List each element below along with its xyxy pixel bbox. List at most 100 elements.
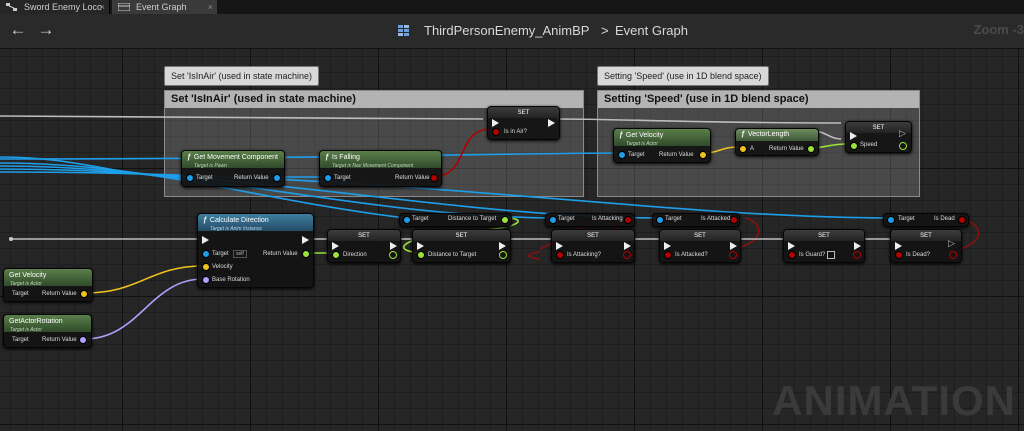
return-pin[interactable] — [958, 216, 966, 224]
bool-pin[interactable] — [556, 251, 564, 259]
exec-in-pin[interactable] — [788, 242, 795, 250]
node-subtitle: Target is Actor — [10, 327, 42, 333]
node-subtitle: Target is Nav Movement Component — [332, 163, 414, 169]
exec-in-pin[interactable] — [332, 242, 339, 250]
breadcrumb-blueprint[interactable]: ThirdPersonEnemy_AnimBP — [424, 23, 589, 38]
guard-checkbox[interactable] — [827, 251, 835, 259]
return-pin[interactable] — [273, 174, 281, 182]
float-pin[interactable] — [332, 251, 340, 259]
exec-wire-knot[interactable] — [9, 237, 13, 241]
tab-event-graph[interactable]: Event Graph × — [112, 0, 217, 14]
target-pin[interactable] — [549, 216, 557, 224]
tab-close-icon[interactable]: × — [208, 0, 213, 14]
node-title: Is Falling — [331, 154, 360, 161]
pin-label: Return Value — [769, 146, 804, 152]
pin-label: Is Dead? — [906, 252, 931, 258]
target-pin[interactable] — [887, 216, 895, 224]
velocity-pin[interactable] — [202, 263, 210, 271]
node-set-is-attacked[interactable]: SET Is Attacked? — [659, 229, 741, 263]
target-pin[interactable] — [324, 174, 332, 182]
node-header: ƒ VectorLength — [736, 129, 818, 141]
bool-out-pin[interactable] — [623, 251, 631, 259]
exec-in-pin[interactable] — [492, 119, 499, 127]
node-set-is-attacking[interactable]: SET Is Attacking? — [551, 229, 635, 263]
exec-in-pin[interactable] — [664, 242, 671, 250]
target-pin[interactable] — [403, 216, 411, 224]
pin-label: Target — [665, 216, 682, 222]
float-pin[interactable] — [417, 251, 425, 259]
node-set-speed[interactable]: SET ▷ Speed — [845, 121, 912, 153]
node-set-direction[interactable]: SET Direction — [327, 229, 401, 263]
node-get-is-attacking[interactable]: Target Is Attacking — [545, 213, 635, 227]
node-calculate-direction[interactable]: ƒ Calculate Direction Target is Anim Insta… — [197, 213, 314, 288]
exec-out-pin[interactable] — [302, 236, 309, 244]
return-pin[interactable] — [302, 250, 310, 258]
node-set-distance-to-target[interactable]: SET Distance to Target — [412, 229, 511, 263]
exec-out-pin[interactable] — [548, 119, 555, 127]
node-get-is-attacked[interactable]: Target Is Attacked — [652, 213, 740, 227]
pin-label: Return Value — [659, 152, 694, 158]
back-arrow-icon[interactable]: ← — [8, 20, 28, 40]
forward-arrow-icon[interactable]: → — [36, 20, 56, 40]
exec-out-pin[interactable] — [730, 242, 737, 250]
function-icon: ƒ — [187, 154, 191, 161]
float-out-pin[interactable] — [499, 251, 507, 259]
bool-pin[interactable] — [895, 251, 903, 259]
return-pin[interactable] — [79, 336, 87, 344]
node-set-isinair[interactable]: SET Is in Air? — [487, 106, 560, 140]
exec-in-pin[interactable] — [850, 132, 857, 140]
node-get-is-dead[interactable]: Target Is Dead — [883, 213, 969, 227]
float-out-pin[interactable] — [899, 142, 907, 150]
return-pin[interactable] — [430, 174, 438, 182]
exec-in-pin[interactable] — [556, 242, 563, 250]
node-vector-length[interactable]: ƒ VectorLength A Return Value — [735, 128, 819, 156]
exec-in-pin[interactable] — [417, 242, 424, 250]
float-out-pin[interactable] — [389, 251, 397, 259]
return-pin[interactable] — [730, 216, 738, 224]
return-pin[interactable] — [699, 151, 707, 159]
target-pin[interactable] — [618, 151, 626, 159]
event-graph-icon — [118, 3, 130, 11]
return-pin[interactable] — [501, 216, 509, 224]
rotation-pin[interactable] — [202, 276, 210, 284]
tab-sword-enemy-loco[interactable]: Sword Enemy Loco × — [0, 0, 110, 14]
target-pin[interactable] — [186, 174, 194, 182]
target-pin[interactable] — [202, 250, 210, 258]
node-get-distance-to-target[interactable]: Target Distance to Target — [399, 213, 512, 227]
bool-pin[interactable] — [664, 251, 672, 259]
input-pin[interactable] — [739, 145, 747, 153]
exec-out-pin[interactable]: ▷ — [948, 238, 955, 249]
tab-close-icon[interactable]: × — [100, 0, 105, 14]
exec-out-pin[interactable]: ▷ — [899, 128, 906, 139]
return-pin[interactable] — [624, 216, 632, 224]
graph-canvas[interactable]: Set 'IsInAir' (used in state machine) Se… — [0, 49, 1024, 431]
tab-label: Event Graph — [136, 2, 187, 12]
pin-label: Is Dead — [934, 216, 955, 222]
float-pin[interactable] — [850, 142, 858, 150]
return-pin[interactable] — [807, 145, 815, 153]
node-set-is-dead[interactable]: SET ▷ Is Dead? — [890, 229, 962, 263]
bool-out-pin[interactable] — [729, 251, 737, 259]
node-get-actor-rotation[interactable]: GetActorRotation Target is Actor Target R… — [3, 314, 92, 348]
bool-out-pin[interactable] — [853, 251, 861, 259]
function-icon: ƒ — [619, 132, 623, 139]
target-pin[interactable] — [656, 216, 664, 224]
node-get-movement-component[interactable]: ƒ Get Movement Component Target is Pawn Ta… — [181, 150, 285, 187]
bool-pin[interactable] — [492, 128, 500, 136]
pin-label: Base Rotation — [212, 277, 250, 283]
node-set-is-guard[interactable]: SET Is Guard? — [783, 229, 865, 263]
bool-pin[interactable] — [788, 251, 796, 259]
exec-in-pin[interactable] — [895, 242, 902, 250]
node-get-velocity-left[interactable]: Get Velocity Target is Actor Target Retur… — [3, 268, 93, 302]
exec-out-pin[interactable] — [499, 242, 506, 250]
node-get-velocity[interactable]: ƒ Get Velocity Target is Actor Target Retu… — [613, 128, 711, 163]
exec-in-pin[interactable] — [202, 236, 209, 244]
node-header: ƒ Get Velocity Target is Actor — [614, 129, 710, 147]
exec-out-pin[interactable] — [854, 242, 861, 250]
exec-out-pin[interactable] — [624, 242, 631, 250]
bool-out-pin[interactable] — [949, 251, 957, 259]
return-pin[interactable] — [80, 290, 88, 298]
pin-label: Target — [334, 175, 351, 181]
node-is-falling[interactable]: ƒ Is Falling Target is Nav Movement Compon… — [319, 150, 442, 187]
exec-out-pin[interactable] — [390, 242, 397, 250]
